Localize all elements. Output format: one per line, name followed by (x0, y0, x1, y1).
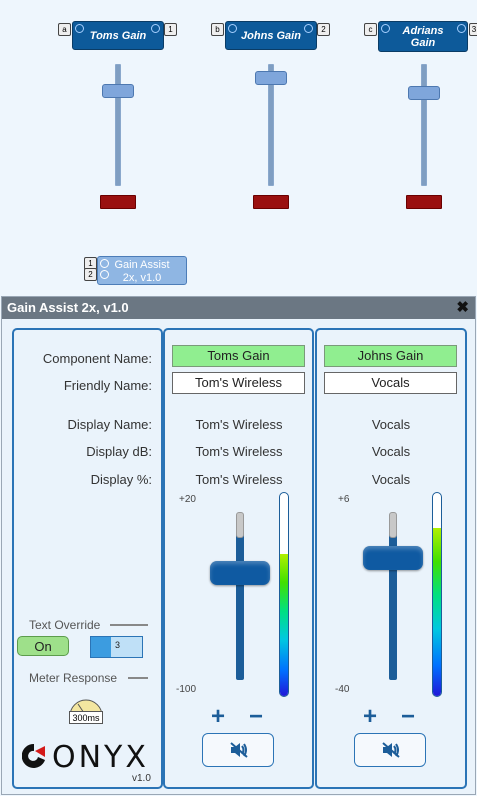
fader-track (421, 64, 427, 186)
fader-track (389, 520, 397, 680)
display-pct-label: Display %: (90, 472, 152, 487)
level-meter-fill (433, 527, 441, 696)
meter-response-value: 300ms (69, 711, 103, 724)
input-pin-dot[interactable] (100, 270, 109, 279)
mute-button[interactable] (354, 733, 426, 767)
input-pin-dot[interactable] (75, 24, 84, 33)
meter-response-dial[interactable]: 300ms (67, 694, 105, 726)
display-db-value: Tom's Wireless (195, 444, 283, 459)
friendly-name-label: Friendly Name: (63, 378, 152, 393)
plus-button[interactable]: + (363, 705, 377, 729)
plus-button[interactable]: + (211, 705, 225, 729)
fader-thumb[interactable] (408, 86, 440, 100)
output-pin-label: 1 (164, 23, 177, 36)
level-meter-fill (280, 553, 288, 696)
input-pin-label: c (364, 23, 377, 36)
component-name-field[interactable]: Toms Gain (172, 345, 305, 367)
close-icon[interactable]: ✖ (456, 297, 469, 319)
output-pin-dot[interactable] (151, 24, 160, 33)
display-pct-value: Tom's Wireless (195, 472, 283, 487)
fader-knob[interactable] (210, 561, 270, 585)
display-pct-value: Vocals (371, 472, 411, 487)
override-value-swatch (91, 637, 111, 657)
divider (110, 624, 148, 626)
onyx-logo-mark (22, 743, 45, 768)
friendly-name-field[interactable]: Tom's Wireless (172, 372, 305, 394)
input-pin-label: 2 (84, 268, 97, 281)
input-pin-dot[interactable] (228, 24, 237, 33)
fader-track-cap (236, 512, 244, 538)
channel-column-2: Johns Gain Vocals Vocals Vocals Vocals +… (315, 328, 467, 789)
gain-assist-title: Gain Assist (114, 259, 170, 271)
speaker-mute-icon (382, 742, 400, 758)
fader-thumb[interactable] (102, 84, 134, 98)
display-name-label: Display Name: (67, 417, 152, 432)
fader-thumb[interactable] (255, 71, 287, 85)
level-meter (432, 492, 442, 697)
output-pin-dot[interactable] (304, 24, 313, 33)
level-meter (253, 195, 289, 209)
input-pin-label: a (58, 23, 71, 36)
speaker-mute-icon (230, 742, 248, 758)
display-db-label: Display dB: (86, 444, 152, 459)
input-pin-dot[interactable] (100, 259, 109, 268)
display-name-value: Vocals (371, 417, 411, 432)
mute-button[interactable] (202, 733, 274, 767)
output-pin-label: 3 (469, 23, 477, 36)
channel-column-1: Toms Gain Tom's Wireless Tom's Wireless … (163, 328, 314, 789)
gain-assist-label[interactable]: Gain Assist 2x, v1.0 (97, 256, 187, 285)
scale-top-label: +20 (179, 494, 196, 505)
scale-bottom-label: -40 (335, 684, 350, 695)
fader-track-cap (389, 512, 397, 538)
text-override-label: Text Override (29, 618, 101, 632)
text-override-on-button[interactable]: On (17, 636, 69, 656)
component-name-field[interactable]: Johns Gain (324, 345, 457, 367)
fader-track (236, 520, 244, 680)
level-meter (406, 195, 442, 209)
scale-top-label: +6 (338, 494, 350, 505)
minus-button[interactable]: − (401, 705, 415, 729)
level-meter (279, 492, 289, 697)
output-pin-dot[interactable] (457, 24, 466, 33)
logo-text: ONYX (52, 740, 149, 775)
friendly-name-field[interactable]: Vocals (324, 372, 457, 394)
meter-response-label: Meter Response (29, 671, 118, 685)
minus-button[interactable]: − (249, 705, 263, 729)
gain-block-label[interactable]: Adrians Gain (378, 21, 468, 52)
fader-track (115, 64, 121, 186)
gain-block-label[interactable]: Johns Gain (225, 21, 317, 50)
display-name-value: Tom's Wireless (195, 417, 283, 432)
component-name-label: Component Name: (42, 351, 152, 366)
override-value: 3 (115, 640, 121, 650)
fader-knob[interactable] (363, 546, 423, 570)
panel-title: Gain Assist 2x, v1.0 (7, 300, 129, 315)
override-value-field[interactable]: 3 (90, 636, 143, 658)
divider (128, 677, 148, 679)
gain-assist-version: 2x, v1.0 (122, 272, 162, 284)
scale-bottom-label: -100 (176, 684, 197, 695)
output-pin-label: 2 (317, 23, 330, 36)
version-label: v1.0 (132, 773, 151, 784)
input-pin-dot[interactable] (381, 24, 390, 33)
level-meter (100, 195, 136, 209)
display-db-value: Vocals (371, 444, 411, 459)
input-pin-label: b (211, 23, 224, 36)
gain-block-label[interactable]: Toms Gain (72, 21, 164, 50)
panel-titlebar: Gain Assist 2x, v1.0 ✖ (2, 297, 475, 319)
